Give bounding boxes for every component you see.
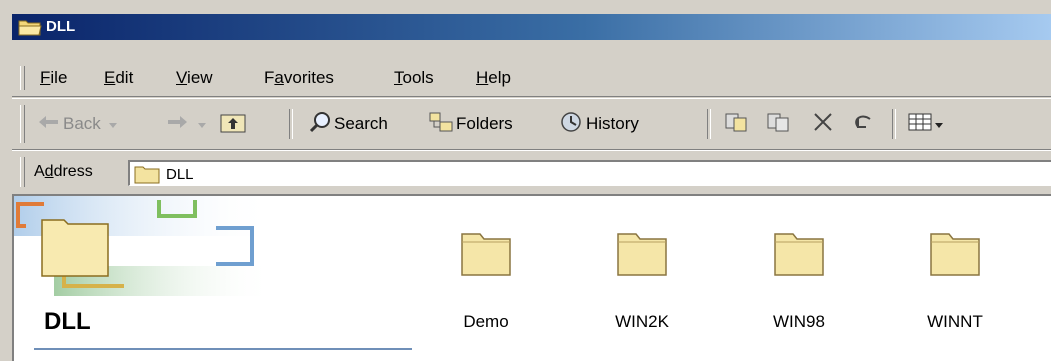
banner-underline: [34, 348, 412, 350]
folders-button[interactable]: Folders: [428, 111, 513, 137]
address-grip[interactable]: [20, 157, 25, 187]
search-label: Search: [334, 114, 388, 133]
menu-help[interactable]: Help: [476, 68, 511, 88]
menu-file[interactable]: File: [40, 68, 67, 88]
menu-view[interactable]: View: [176, 68, 213, 88]
folder-icon: [617, 233, 667, 276]
up-folder-icon: [220, 111, 246, 138]
toolbar-separator: [707, 109, 711, 139]
title-bar[interactable]: DLL: [12, 14, 1051, 40]
folder-name: WIN98: [773, 312, 825, 331]
forward-dropdown-icon[interactable]: [198, 114, 206, 134]
search-magnifier-icon: [308, 111, 332, 138]
back-dropdown-icon[interactable]: [108, 114, 117, 134]
up-folder-button[interactable]: [220, 111, 246, 137]
address-input[interactable]: DLL: [128, 160, 1051, 186]
address-bar: Address DLL: [12, 150, 1051, 193]
toolbar-separator: [892, 109, 896, 139]
folder-icon: [930, 233, 980, 276]
back-label: Back: [63, 114, 101, 133]
menu-grip[interactable]: [20, 66, 25, 90]
folder-name: WINNT: [927, 312, 983, 331]
menu-bar: File Edit View Favorites Tools Help: [12, 60, 1051, 97]
folder-view[interactable]: DLL Demo WIN2K WIN98 WINNT: [12, 194, 1051, 361]
delete-x-icon: [812, 111, 834, 138]
history-button[interactable]: History: [558, 111, 639, 137]
menu-edit[interactable]: Edit: [104, 68, 133, 88]
undo-icon: [852, 111, 876, 138]
folder-item[interactable]: WIN2K: [592, 220, 692, 331]
views-dropdown-icon[interactable]: [935, 114, 943, 134]
copy-to-icon: [766, 111, 792, 138]
history-label: History: [586, 114, 639, 133]
menu-tools[interactable]: Tools: [394, 68, 434, 88]
folder-icon: [461, 233, 511, 276]
delete-button[interactable]: [812, 111, 834, 137]
back-arrow-icon: [38, 114, 60, 135]
folder-icon: [134, 164, 160, 189]
forward-button[interactable]: [166, 111, 206, 137]
address-label: Address: [34, 163, 93, 180]
forward-arrow-icon: [166, 114, 188, 135]
window-title: DLL: [46, 18, 76, 35]
folder-item[interactable]: Demo: [436, 220, 536, 331]
move-to-icon: [724, 111, 750, 138]
banner-graphic: [14, 196, 274, 296]
folder-item[interactable]: WINNT: [905, 220, 1005, 331]
folder-name: WIN2K: [615, 312, 669, 331]
back-button[interactable]: Back: [38, 111, 117, 137]
folder-item[interactable]: WIN98: [749, 220, 849, 331]
move-to-button[interactable]: [724, 111, 750, 137]
open-folder-icon: [18, 18, 42, 41]
history-clock-icon: [558, 111, 584, 138]
views-grid-icon: [908, 112, 932, 137]
undo-button[interactable]: [852, 111, 876, 137]
folder-name: Demo: [463, 312, 509, 331]
address-value: DLL: [166, 166, 194, 183]
folders-tree-icon: [428, 111, 454, 138]
toolbar-separator: [289, 109, 293, 139]
views-button[interactable]: [908, 111, 943, 137]
explorer-window: DLL File Edit View Favorites Tools Help …: [0, 0, 1051, 361]
standard-toolbar: Back Search Folders History: [12, 98, 1051, 150]
menu-favorites[interactable]: Favorites: [264, 68, 334, 88]
copy-to-button[interactable]: [766, 111, 792, 137]
folder-icon: [774, 233, 824, 276]
webview-banner: DLL: [14, 196, 414, 361]
folders-label: Folders: [456, 114, 513, 133]
banner-title: DLL: [44, 308, 91, 335]
search-button[interactable]: Search: [308, 111, 388, 137]
toolbar-grip[interactable]: [20, 105, 25, 143]
